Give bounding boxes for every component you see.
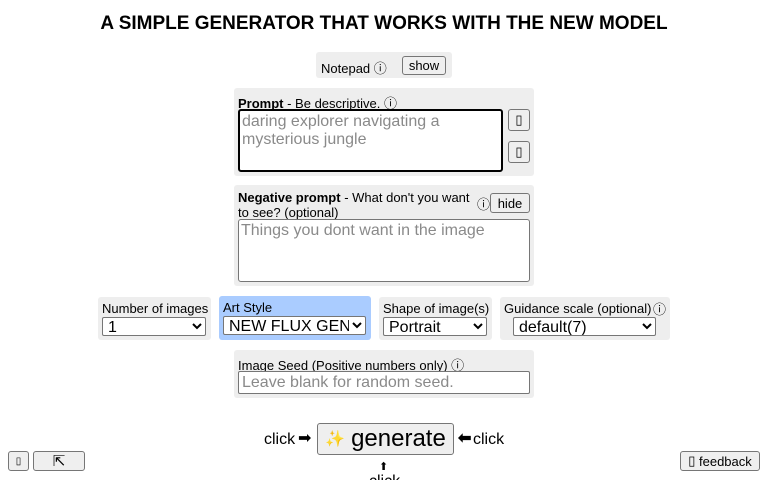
prompt-panel: Prompt - Be descriptive. ⓘ ▯ ▯ [234, 88, 534, 176]
negative-prompt-label-bold: Negative prompt [238, 190, 341, 205]
shape-label: Shape of image(s) [383, 301, 490, 316]
sparkle-icon: ✨ [325, 431, 346, 448]
negative-prompt-input[interactable] [238, 219, 530, 282]
scroll-top-icon: ⇱ [52, 453, 66, 470]
number-of-images-panel: Number of images 1 [98, 297, 211, 340]
arrow-right-icon: ➡ [298, 430, 312, 447]
arrow-up-icon: ⬆ [379, 461, 389, 473]
generate-button-label: generate [351, 425, 446, 452]
number-of-images-select[interactable]: 1 [102, 317, 206, 336]
negative-prompt-label: Negative prompt - What don't you want to… [238, 190, 474, 220]
art-style-panel: Art Style NEW FLUX GEN [219, 296, 371, 340]
arrow-left-icon: ⬅ [458, 430, 472, 447]
guidance-scale-select[interactable]: default(7) [513, 317, 656, 336]
page-title: A SIMPLE GENERATOR THAT WORKS WITH THE N… [100, 13, 668, 34]
shape-select[interactable]: Portrait [383, 317, 487, 336]
page: A SIMPLE GENERATOR THAT WORKS WITH THE N… [0, 0, 768, 480]
negative-prompt-hide-button[interactable]: hide [490, 193, 530, 213]
guidance-scale-panel: Guidance scale (optional) ⓘ default(7) [500, 297, 670, 340]
negative-prompt-panel: Negative prompt - What don't you want to… [234, 185, 534, 286]
shape-panel: Shape of image(s) Portrait [379, 297, 492, 340]
click-hint-left: click [264, 431, 296, 448]
feedback-button[interactable]: ▯ feedback [680, 451, 760, 471]
info-icon[interactable]: ⓘ [374, 61, 387, 76]
notepad-show-button[interactable]: show [402, 56, 446, 75]
info-icon[interactable]: ⓘ [653, 299, 666, 318]
info-icon[interactable]: ⓘ [477, 194, 490, 213]
generate-button[interactable]: ✨ generate [317, 423, 454, 455]
number-of-images-label: Number of images [102, 301, 209, 316]
notepad-label-text: Notepad [321, 61, 371, 76]
scroll-top-button[interactable]: ⇱ [33, 451, 85, 471]
click-hint-right: click [473, 431, 505, 448]
prompt-side-button-2[interactable]: ▯ [508, 141, 530, 163]
click-hint-below: click [369, 473, 400, 480]
notepad-panel: Notepad ⓘ show [316, 52, 452, 78]
notepad-label: Notepad ⓘ [321, 58, 387, 77]
guidance-scale-label: Guidance scale (optional) [504, 301, 652, 316]
prompt-side-button-1[interactable]: ▯ [508, 109, 530, 131]
feedback-label: feedback [699, 453, 752, 469]
feedback-icon: ▯ [688, 453, 696, 468]
bottom-left-button[interactable]: ▯ [8, 451, 29, 471]
image-seed-input[interactable] [238, 371, 530, 394]
art-style-select[interactable]: NEW FLUX GEN [223, 316, 366, 335]
art-style-label: Art Style [223, 300, 273, 315]
image-seed-panel: Image Seed (Positive numbers only) ⓘ [234, 350, 534, 398]
prompt-input[interactable] [238, 109, 503, 172]
